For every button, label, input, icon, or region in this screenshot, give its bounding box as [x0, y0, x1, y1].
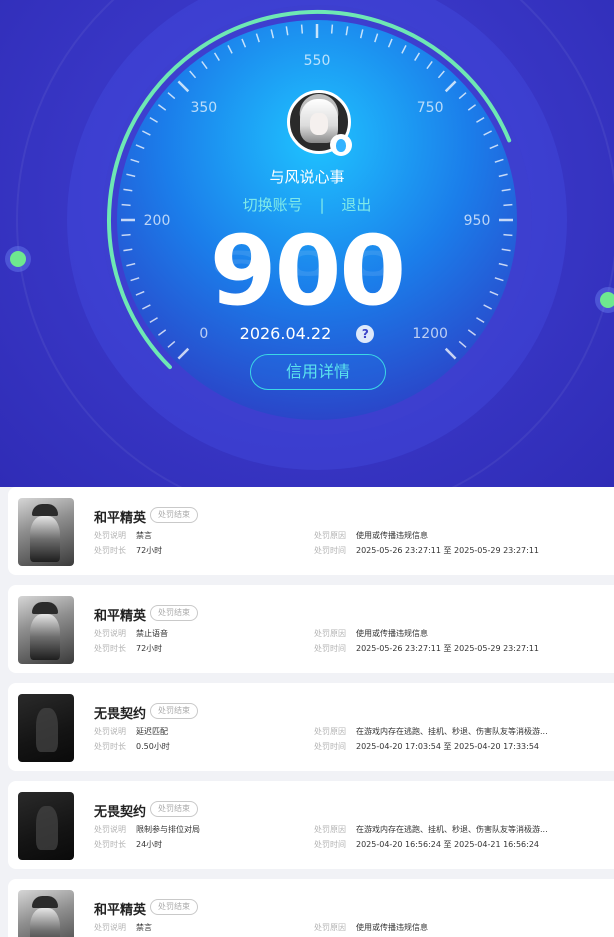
credit-page: 0 200 350 550 750 950 1200 与风说心事 切换账号 | 退出 900… [0, 0, 614, 937]
status-badge: 处罚结束 [150, 605, 198, 621]
penalty-record-card[interactable]: 和平精英 处罚结束处罚说明 禁言处罚时长 72小时 处罚原因 使用或传播违规信息处罚时间 2… [8, 487, 614, 575]
field-label: 处罚时间 [314, 644, 346, 653]
gauge-tick [300, 24, 304, 34]
field-value: 使用或传播违规信息 [356, 629, 428, 638]
game-thumbnail [18, 792, 74, 860]
game-title: 和平精英 [94, 903, 147, 918]
game-title: 无畏契约 [94, 805, 147, 820]
field-value: 72小时 [136, 644, 163, 653]
field-label: 处罚说明 [94, 629, 126, 638]
gauge-scale-label: 350 [190, 100, 217, 116]
penalty-type-field: 处罚说明 禁言 [94, 530, 152, 541]
avatar-face [310, 113, 328, 135]
game-thumbnail [18, 694, 74, 762]
penalty-record-card[interactable]: 和平精英 处罚结束处罚说明 禁止语音处罚时长 72小时 处罚原因 使用或传播违规信息处罚时… [8, 585, 614, 673]
field-label: 处罚原因 [314, 727, 346, 736]
field-label: 处罚说明 [94, 727, 126, 736]
logout-link[interactable]: 退出 [341, 194, 371, 215]
user-nickname: 与风说心事 [269, 168, 345, 186]
field-value: 禁言 [136, 923, 152, 932]
penalty-type-field: 处罚说明 限制参与排位对局 [94, 824, 200, 835]
field-value: 2025-05-26 23:27:11 至 2025-05-29 23:27:1… [356, 644, 540, 653]
credit-detail-button[interactable]: 信用详情 [250, 354, 386, 390]
field-label: 处罚说明 [94, 531, 126, 540]
game-title: 无畏契约 [94, 707, 147, 722]
penalty-reason-field: 处罚原因 在游戏内存在逃跑、挂机、秒退、伤害队友等消极游... [314, 824, 548, 835]
penalty-time-field: 处罚时间 2025-05-26 23:27:11 至 2025-05-29 23:… [314, 643, 539, 654]
penalty-duration-field: 处罚时长 72小时 [94, 643, 162, 654]
penalty-type-field: 处罚说明 禁言 [94, 922, 152, 933]
penalty-time-field: 处罚时间 2025-04-20 17:03:54 至 2025-04-20 17:… [314, 741, 539, 752]
credit-score: 900 [209, 215, 406, 327]
field-label: 处罚原因 [314, 531, 346, 540]
field-value: 禁止语音 [136, 629, 168, 638]
gauge-scale-label: 750 [417, 100, 444, 116]
penguin-shape [336, 138, 346, 152]
help-icon[interactable]: ? [356, 325, 375, 343]
switch-account-link[interactable]: 切换账号 [243, 194, 303, 215]
qq-penguin-icon [330, 134, 352, 156]
penalty-record-card[interactable]: 和平精英处罚结束处罚说明禁言处罚时长处罚原因使用或传播违规信息处罚时间 [8, 879, 614, 937]
penalty-duration-field: 处罚时长 24小时 [94, 839, 162, 850]
penalty-record-list: 和平精英 处罚结束 处罚说明 禁言 处罚时长 72小时 处罚原因 使用或传播违规信息 处罚时间 2… [8, 487, 614, 937]
penalty-reason-field: 处罚原因 使用或传播违规信息 [314, 530, 428, 541]
field-value: 2025-05-26 23:27:11 至 2025-05-29 23:27:1… [356, 546, 540, 555]
field-label: 处罚原因 [314, 923, 346, 932]
account-links: 切换账号 | 退出 [0, 194, 614, 215]
field-value: 24小时 [136, 840, 163, 849]
penalty-type-field: 处罚说明 禁止语音 [94, 628, 168, 639]
field-value: 禁言 [136, 531, 152, 540]
field-label: 处罚时间 [314, 840, 346, 849]
field-value: 0.50小时 [136, 742, 170, 751]
field-value: 在游戏内存在逃跑、挂机、秒退、伤害队友等消极游... [356, 825, 548, 834]
credit-header: 0 200 350 550 750 950 1200 与风说心事 切换账号 | 退出 900… [0, 0, 614, 487]
field-value: 72小时 [136, 546, 163, 555]
field-label: 处罚时长 [94, 742, 126, 751]
game-thumbnail [18, 890, 74, 937]
field-label: 处罚原因 [314, 825, 346, 834]
field-label: 处罚时长 [94, 644, 126, 653]
penalty-record-card[interactable]: 无畏契约 处罚结束处罚说明 限制参与排位对局处罚时长 24小时 处罚原因 在游戏内存在逃跑… [8, 781, 614, 869]
penalty-duration-field: 处罚时长 72小时 [94, 545, 162, 556]
field-label: 处罚说明 [94, 825, 126, 834]
link-separator: | [319, 196, 325, 214]
game-thumbnail [18, 596, 74, 664]
field-label: 处罚时长 [94, 546, 126, 555]
status-badge: 处罚结束 [150, 899, 198, 915]
field-value: 2025-04-20 17:03:54 至 2025-04-20 17:33:5… [356, 742, 540, 751]
field-label: 处罚时间 [314, 546, 346, 555]
field-value: 使用或传播违规信息 [356, 531, 428, 540]
field-value: 2025-04-20 16:56:24 至 2025-04-21 16:56:2… [356, 840, 540, 849]
penalty-reason-field: 处罚原因 使用或传播违规信息 [314, 628, 428, 639]
gauge-tick [330, 24, 334, 34]
penalty-time-field: 处罚时间 2025-05-26 23:27:11 至 2025-05-29 23:… [314, 545, 539, 556]
field-label: 处罚时间 [314, 742, 346, 751]
gauge-scale-label: 550 [304, 53, 331, 69]
field-value: 延迟匹配 [136, 727, 168, 736]
penalty-type-field: 处罚说明 延迟匹配 [94, 726, 168, 737]
game-title: 和平精英 [94, 609, 147, 624]
field-label: 处罚原因 [314, 629, 346, 638]
score-date: 2026.04.22 [239, 324, 332, 343]
penalty-duration-field: 处罚时长 0.50小时 [94, 741, 170, 752]
status-badge: 处罚结束 [150, 703, 198, 719]
field-value: 限制参与排位对局 [136, 825, 200, 834]
status-badge: 处罚结束 [150, 801, 198, 817]
penalty-time-field: 处罚时间 2025-04-20 16:56:24 至 2025-04-21 16:… [314, 839, 539, 850]
field-label: 处罚时长 [94, 840, 126, 849]
game-title: 和平精英 [94, 511, 147, 526]
status-badge: 处罚结束 [150, 507, 198, 523]
field-value: 在游戏内存在逃跑、挂机、秒退、伤害队友等消极游... [356, 727, 548, 736]
penalty-record-card[interactable]: 无畏契约 处罚结束处罚说明 延迟匹配处罚时长 0.50小时 处罚原因 在游戏内存在逃跑、挂… [8, 683, 614, 771]
field-value: 使用或传播违规信息 [356, 923, 428, 932]
score-date-row: 2026.04.22 ? [0, 324, 614, 343]
penalty-reason-field: 处罚原因 在游戏内存在逃跑、挂机、秒退、伤害队友等消极游... [314, 726, 548, 737]
penalty-reason-field: 处罚原因 使用或传播违规信息 [314, 922, 428, 933]
game-thumbnail [18, 498, 74, 566]
field-label: 处罚说明 [94, 923, 126, 932]
